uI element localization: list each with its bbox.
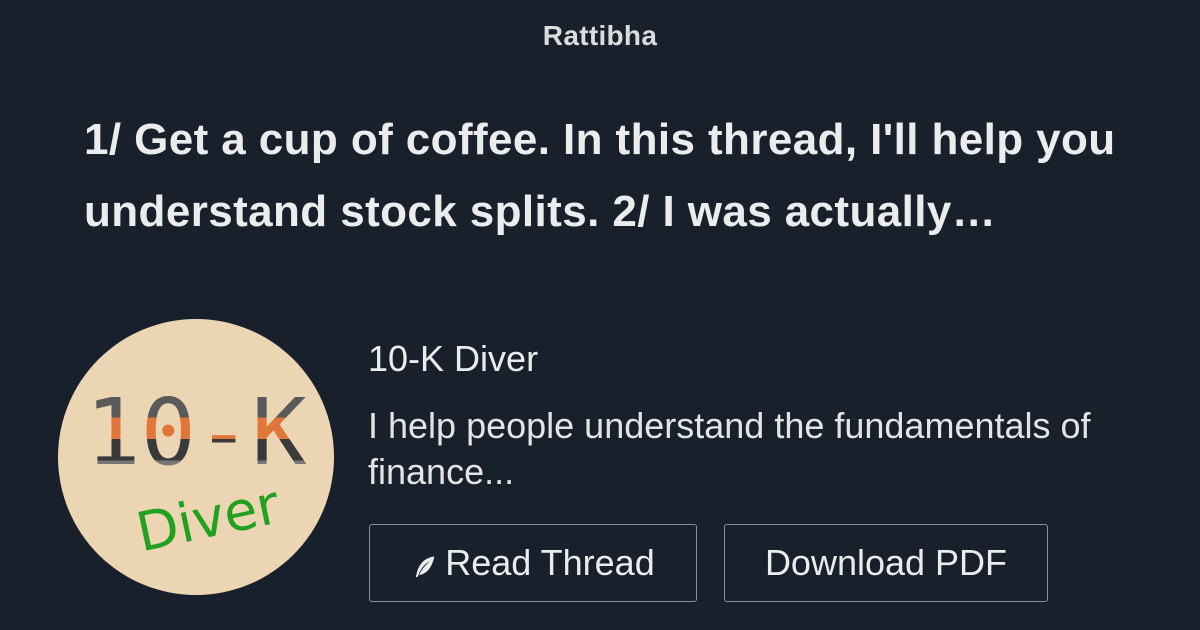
avatar-logo: 10-K Diver bbox=[85, 379, 307, 565]
feather-icon bbox=[415, 556, 435, 578]
author-name: 10-K Diver bbox=[368, 338, 539, 379]
author-bio: I help people understand the fundamental… bbox=[368, 405, 1091, 492]
author-avatar: 10-K Diver bbox=[58, 319, 334, 595]
avatar-line2: Diver bbox=[131, 473, 286, 565]
download-pdf-button[interactable]: Download PDF bbox=[724, 524, 1048, 602]
site-brand: Rattibha bbox=[542, 20, 658, 51]
download-pdf-label: Download PDF bbox=[764, 542, 1008, 583]
thread-headline: 1/ Get a cup of coffee. In this thread, … bbox=[84, 115, 1116, 236]
read-thread-button[interactable]: Read Thread bbox=[369, 524, 697, 602]
read-thread-label: Read Thread bbox=[445, 542, 655, 583]
avatar-line1: 10-K bbox=[85, 379, 307, 486]
